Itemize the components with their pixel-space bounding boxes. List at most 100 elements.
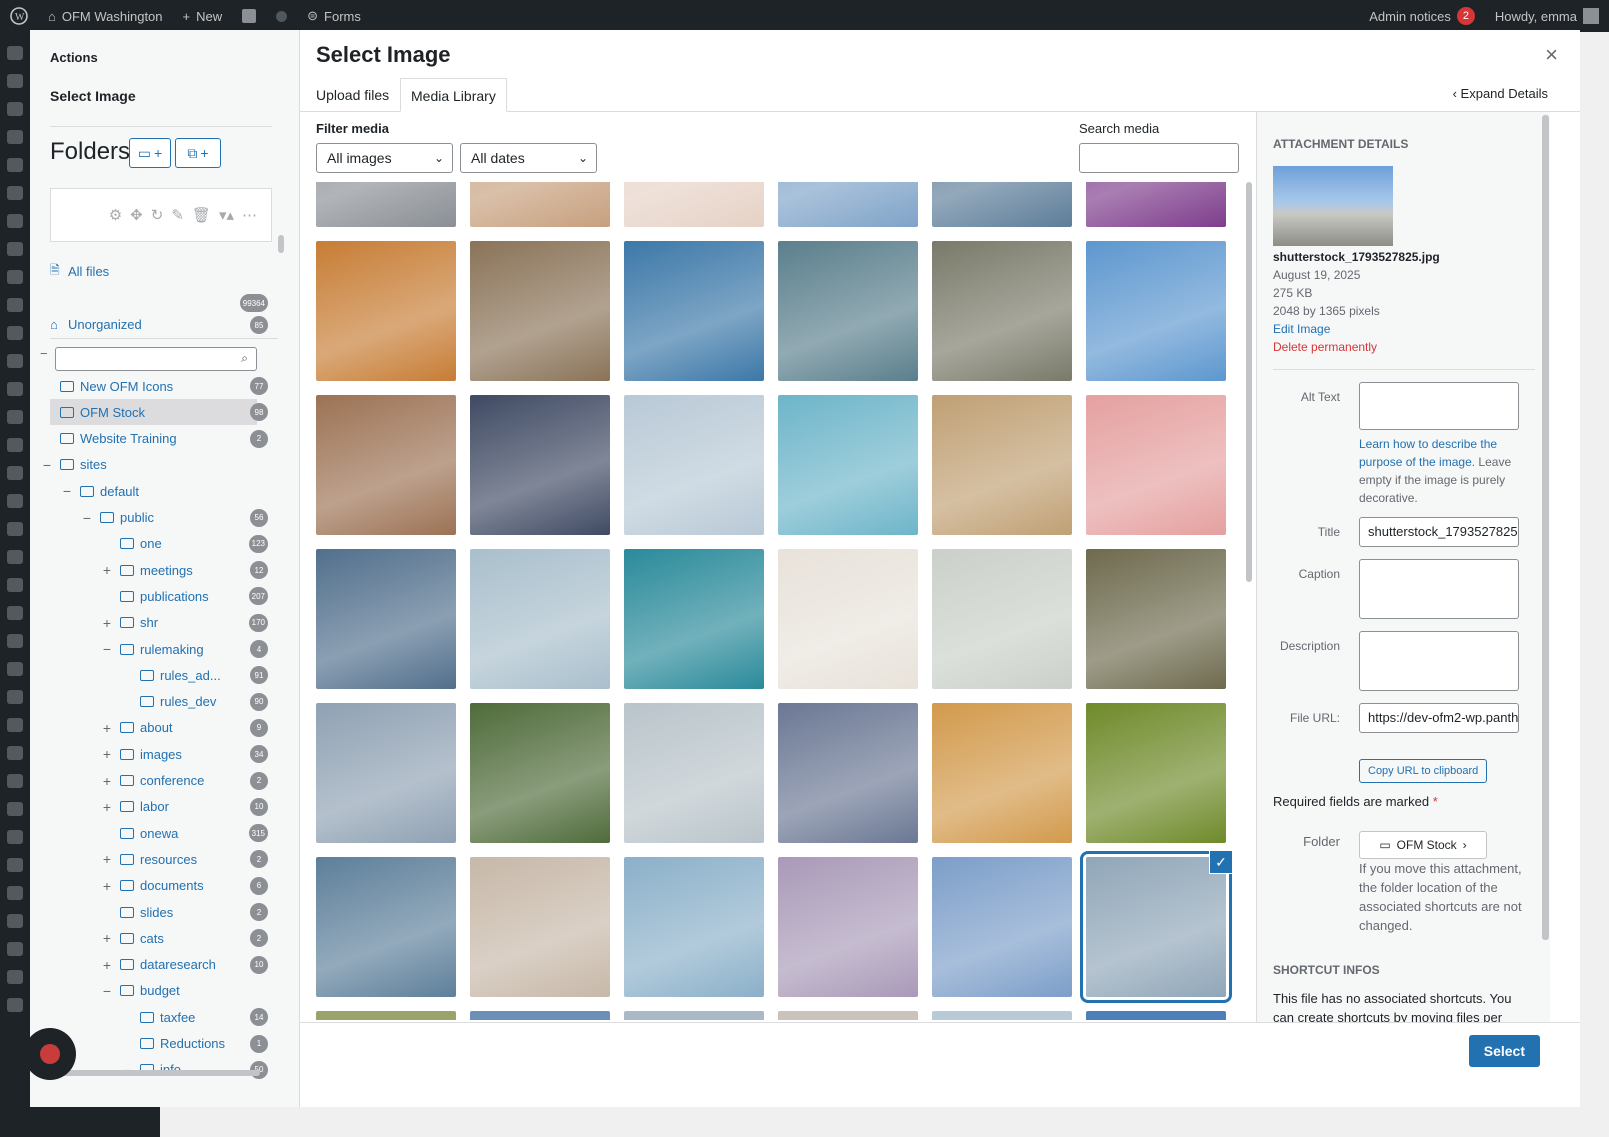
new-shortcut-button[interactable]: ⧉ + [175, 138, 221, 168]
attachment-thumbnail[interactable] [316, 549, 456, 689]
copy-url-button[interactable]: Copy URL to clipboard [1359, 759, 1488, 783]
folder-item[interactable]: − budget [40, 978, 290, 1004]
close-icon[interactable]: × [1545, 42, 1558, 68]
search-media-input[interactable] [1079, 143, 1239, 173]
details-scrollbar[interactable] [1542, 115, 1549, 940]
delete-permanently-link[interactable]: Delete permanently [1273, 340, 1377, 354]
attachment-thumbnail[interactable] [778, 703, 918, 843]
attachment-thumbnail[interactable] [932, 241, 1072, 381]
folder-item[interactable]: OFM Stock [50, 399, 257, 426]
attachment-thumbnail[interactable] [470, 395, 610, 535]
tab-media-library[interactable]: Media Library [400, 78, 507, 112]
collapse-icon[interactable]: − [100, 641, 114, 657]
attachment-thumbnail[interactable] [932, 395, 1072, 535]
attachment-thumbnail[interactable] [624, 1011, 764, 1020]
attachment-thumbnail[interactable] [624, 549, 764, 689]
edit-image-link[interactable]: Edit Image [1273, 322, 1330, 336]
attachment-thumbnail[interactable] [470, 857, 610, 997]
folder-item[interactable]: − default [40, 478, 290, 504]
expand-details-link[interactable]: ‹ Expand Details [1453, 86, 1548, 101]
expand-icon[interactable]: + [100, 746, 114, 762]
all-files-item[interactable]: 🗎 All files [50, 258, 290, 284]
file-url-field[interactable]: https://dev-ofm2-wp.pantheonsite.io [1359, 703, 1519, 733]
description-field[interactable] [1359, 631, 1519, 691]
folder-search-input[interactable]: ⌕ [55, 347, 257, 371]
attachment-thumbnail[interactable] [316, 182, 456, 227]
admin-notices-link[interactable]: Admin notices 2 [1359, 0, 1485, 32]
attachment-thumbnail[interactable] [1086, 241, 1226, 381]
attachment-thumbnail[interactable] [778, 182, 918, 227]
edit-icon[interactable]: ✎ [171, 206, 184, 224]
title-field[interactable]: shutterstock_1793527825 [1359, 517, 1519, 547]
folder-item[interactable]: − sites [40, 452, 290, 478]
attachment-thumbnail[interactable] [316, 857, 456, 997]
checkmark-icon[interactable]: ✓ [1209, 850, 1233, 874]
attachment-thumbnail[interactable] [932, 1011, 1072, 1020]
attachment-thumbnail[interactable] [932, 549, 1072, 689]
expand-icon[interactable]: + [100, 562, 114, 578]
menu-item-select-image[interactable]: Select Image [50, 88, 136, 104]
attachment-thumbnail[interactable] [778, 549, 918, 689]
attachment-thumbnail[interactable] [316, 395, 456, 535]
sort-icon[interactable]: ▾▴ [219, 206, 234, 224]
attachment-thumbnail[interactable] [1086, 703, 1226, 843]
expand-icon[interactable]: + [100, 615, 114, 631]
gear-icon[interactable]: ⚙ [109, 206, 122, 224]
yoast-icon[interactable] [232, 0, 266, 32]
tree-scrollbar[interactable] [278, 235, 284, 253]
forms-link[interactable]: ⊜ Forms [297, 0, 371, 32]
collapse-icon[interactable]: − [80, 510, 94, 526]
attachment-thumbnail[interactable] [624, 241, 764, 381]
caption-field[interactable] [1359, 559, 1519, 619]
attachment-thumbnail[interactable] [624, 395, 764, 535]
attachment-thumbnail[interactable] [778, 857, 918, 997]
site-name-link[interactable]: ⌂ OFM Washington [38, 0, 173, 32]
attachment-thumbnail[interactable] [778, 395, 918, 535]
expand-icon[interactable]: + [100, 720, 114, 736]
trash-icon[interactable]: 🗑 [192, 206, 211, 224]
collapse-icon[interactable]: − [60, 483, 74, 499]
attachment-thumbnail[interactable] [316, 703, 456, 843]
attachment-thumbnail[interactable] [624, 703, 764, 843]
attachment-thumbnail[interactable] [778, 1011, 918, 1020]
attachment-thumbnail[interactable] [1086, 1011, 1226, 1020]
grid-scrollbar[interactable] [1246, 182, 1252, 582]
attachment-thumbnail[interactable] [470, 1011, 610, 1020]
new-folder-button[interactable]: ▭ + [129, 138, 171, 168]
expand-icon[interactable]: + [100, 851, 114, 867]
attachment-thumbnail[interactable] [932, 857, 1072, 997]
folder-select-button[interactable]: ▭ OFM Stock › [1359, 831, 1487, 859]
new-content-link[interactable]: + New [173, 0, 233, 32]
status-dot-icon[interactable] [266, 0, 297, 32]
expand-icon[interactable]: + [100, 878, 114, 894]
attachment-thumbnail[interactable] [1086, 182, 1226, 227]
expand-icon[interactable]: + [100, 957, 114, 973]
attachment-thumbnail[interactable] [624, 182, 764, 227]
expand-icon[interactable]: + [100, 799, 114, 815]
attachment-thumbnail[interactable] [1080, 851, 1232, 1003]
refresh-icon[interactable]: ↻ [151, 206, 164, 224]
more-icon[interactable]: ⋯ [242, 206, 257, 224]
attachment-thumbnail[interactable] [316, 241, 456, 381]
attachment-thumbnail[interactable] [316, 1011, 456, 1020]
filter-type-select[interactable]: All images ⌄ [316, 143, 453, 173]
select-button[interactable]: Select [1468, 1035, 1540, 1067]
attachment-thumbnail[interactable] [470, 182, 610, 227]
expand-icon[interactable]: + [100, 773, 114, 789]
alt-text-field[interactable] [1359, 382, 1519, 430]
attachment-thumbnail[interactable] [470, 703, 610, 843]
tree-horizontal-scrollbar[interactable] [45, 1070, 260, 1076]
attachment-thumbnail[interactable] [470, 241, 610, 381]
collapse-all-icon[interactable]: − [40, 346, 48, 361]
attachment-thumbnail[interactable] [778, 241, 918, 381]
attachment-thumbnail[interactable] [470, 549, 610, 689]
move-icon[interactable]: ✥ [130, 206, 143, 224]
attachment-thumbnail[interactable] [1086, 549, 1226, 689]
attachment-thumbnail[interactable] [624, 857, 764, 997]
attachment-thumbnail[interactable] [932, 182, 1072, 227]
attachment-thumbnail[interactable] [1086, 395, 1226, 535]
expand-icon[interactable]: + [100, 930, 114, 946]
wordpress-logo-icon[interactable]: W [0, 0, 38, 32]
tab-upload-files[interactable]: Upload files [306, 78, 399, 112]
collapse-icon[interactable]: − [100, 983, 114, 999]
